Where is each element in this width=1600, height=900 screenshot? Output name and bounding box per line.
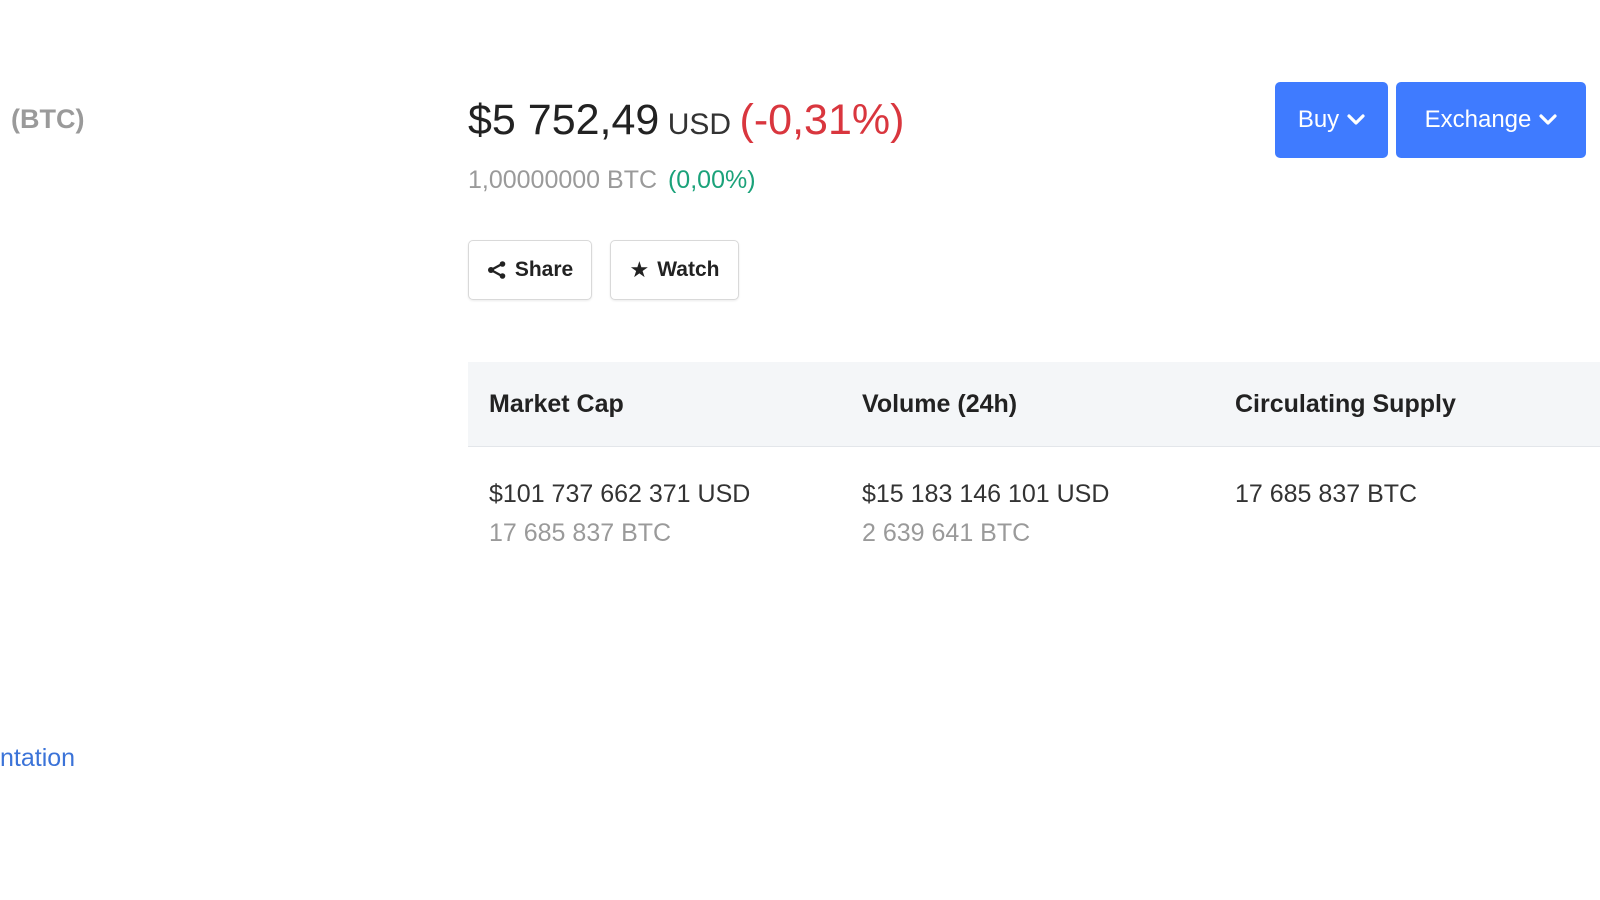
coin-detail-page: (BTC) $5 752,49 USD (-0,31%) 1,00000000 … bbox=[0, 0, 1600, 900]
price-value: $5 752,49 bbox=[468, 96, 660, 144]
volume-cell: $15 183 146 101 USD 2 639 641 BTC bbox=[841, 475, 1214, 553]
price-line: $5 752,49 USD (-0,31%) bbox=[468, 94, 904, 156]
market-cap-btc: 17 685 837 BTC bbox=[489, 519, 672, 547]
circulating-supply-btc: 17 685 837 BTC bbox=[1235, 480, 1418, 508]
volume-usd: $15 183 146 101 USD bbox=[862, 480, 1110, 508]
share-label: Share bbox=[514, 258, 574, 281]
market-cap-cell: $101 737 662 371 USD 17 685 837 BTC bbox=[468, 475, 841, 553]
stats-table: Market Cap Volume (24h) Circulating Supp… bbox=[468, 362, 1600, 553]
chevron-down-icon bbox=[1347, 114, 1365, 126]
exchange-button[interactable]: Exchange bbox=[1396, 82, 1586, 158]
documentation-link[interactable]: ntation bbox=[0, 744, 75, 773]
header-market-cap: Market Cap bbox=[489, 389, 624, 418]
price-change: (-0,31%) bbox=[739, 96, 905, 144]
watch-button[interactable]: ★ Watch bbox=[610, 240, 739, 300]
star-icon: ★ bbox=[629, 257, 650, 282]
price-currency: USD bbox=[667, 108, 732, 141]
share-button[interactable]: Share bbox=[468, 240, 592, 300]
btc-change: (0,00%) bbox=[667, 166, 756, 194]
header-volume: Volume (24h) bbox=[862, 389, 1018, 418]
exchange-label: Exchange bbox=[1424, 106, 1532, 133]
price-block: $5 752,49 USD (-0,31%) 1,00000000 BTC (0… bbox=[468, 94, 904, 195]
supply-cell: 17 685 837 BTC bbox=[1214, 475, 1587, 553]
btc-amount: 1,00000000 BTC bbox=[468, 166, 658, 194]
btc-price-line: 1,00000000 BTC (0,00%) bbox=[468, 166, 904, 195]
buy-button[interactable]: Buy bbox=[1275, 82, 1388, 158]
stats-header: Market Cap Volume (24h) Circulating Supp… bbox=[468, 362, 1600, 447]
stats-row: $101 737 662 371 USD 17 685 837 BTC $15 … bbox=[468, 447, 1600, 553]
buy-label: Buy bbox=[1297, 106, 1340, 133]
coin-ticker: (BTC) bbox=[11, 104, 85, 134]
share-icon bbox=[487, 261, 507, 279]
watch-label: Watch bbox=[657, 258, 720, 281]
volume-btc: 2 639 641 BTC bbox=[862, 519, 1031, 547]
chevron-down-icon bbox=[1539, 114, 1557, 126]
market-cap-usd: $101 737 662 371 USD bbox=[489, 480, 751, 508]
header-circulating-supply: Circulating Supply bbox=[1235, 389, 1456, 418]
